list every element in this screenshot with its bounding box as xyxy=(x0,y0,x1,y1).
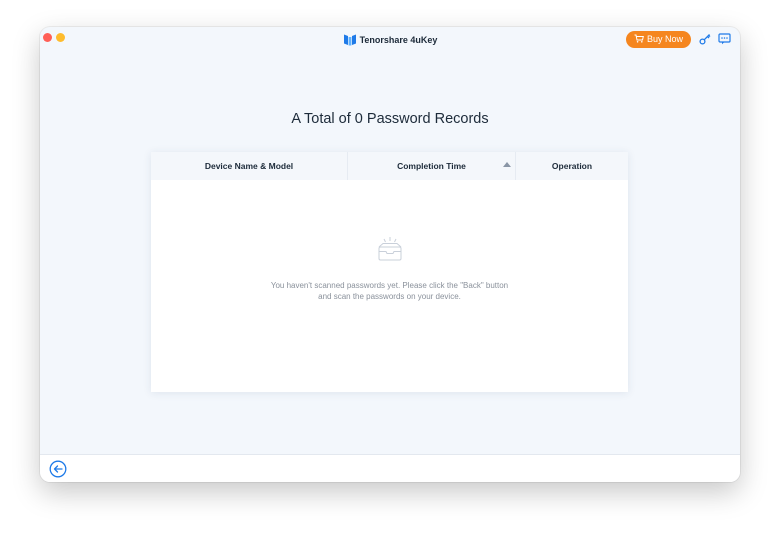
cart-icon xyxy=(634,34,644,43)
buy-now-label: Buy Now xyxy=(646,34,683,44)
sort-up-icon[interactable] xyxy=(503,162,511,167)
page-title: A Total of 0 Password Records xyxy=(291,111,489,127)
empty-state-message: You haven't scanned passwords yet. Pleas… xyxy=(151,280,628,302)
empty-state-line-1: You haven't scanned passwords yet. Pleas… xyxy=(270,281,509,290)
app-window: Tenorshare 4uKey Buy Now A Total of 0 Pa… xyxy=(40,27,740,482)
key-icon[interactable] xyxy=(699,33,711,45)
bottom-bar xyxy=(40,454,740,482)
feedback-icon[interactable] xyxy=(718,33,731,45)
empty-state-line-2: and scan the passwords on your device. xyxy=(318,292,461,301)
column-header-completion-time[interactable]: Completion Time xyxy=(348,152,516,180)
buy-now-button[interactable]: Buy Now xyxy=(626,31,691,48)
app-title-text: Tenorshare 4uKey xyxy=(359,35,438,45)
title-bar: Tenorshare 4uKey Buy Now xyxy=(40,27,740,53)
table-header: Device Name & Model Completion Time Oper… xyxy=(151,152,628,180)
empty-box-icon xyxy=(378,237,402,261)
column-header-device: Device Name & Model xyxy=(151,152,348,180)
back-arrow-icon[interactable] xyxy=(49,460,67,478)
4ukey-logo-icon xyxy=(343,34,356,46)
password-records-table: Device Name & Model Completion Time Oper… xyxy=(151,152,628,392)
column-header-completion-time-label: Completion Time xyxy=(397,161,466,171)
column-header-operation: Operation xyxy=(551,161,593,171)
